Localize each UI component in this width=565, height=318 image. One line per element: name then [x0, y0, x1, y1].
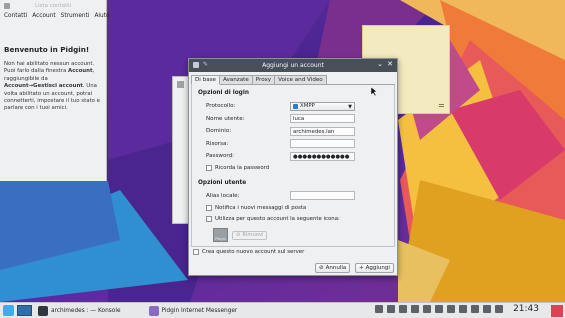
xmpp-icon	[293, 103, 298, 109]
icon-row: Pidgin ⊘ Rimuovi	[198, 228, 388, 242]
pidgin-icon	[148, 305, 159, 316]
notify-mail-label: Notifica i nuovi messaggi di posta	[215, 204, 307, 211]
tray-icon[interactable]	[435, 305, 443, 313]
username-label: Nome utente:	[206, 115, 245, 122]
taskbar: archimedes : — Konsole Pidgin Internet M…	[0, 302, 565, 318]
chevron-down-icon: ▼	[348, 103, 352, 110]
add-label: Aggiungi	[365, 265, 390, 271]
password-row: Password: ●●●●●●●●●●●●	[198, 150, 388, 163]
remember-password-checkbox[interactable]: Ricorda la password	[198, 163, 388, 174]
password-label: Password:	[206, 153, 235, 160]
clock[interactable]: 21:43	[513, 304, 539, 314]
tray-icon[interactable]	[483, 305, 491, 313]
account-icon-button[interactable]: Pidgin	[213, 228, 228, 242]
mouse-cursor-icon	[371, 87, 377, 96]
buddy-list-window: Lista contatti Contatti Account Strument…	[0, 0, 110, 181]
username-input[interactable]: luca	[290, 114, 355, 124]
remove-label: Rimuovi	[242, 232, 264, 238]
tray-icon[interactable]	[411, 305, 419, 313]
checkbox-box[interactable]	[206, 204, 212, 211]
use-icon-checkbox[interactable]: Utilizza per questo account la seguente …	[198, 213, 388, 224]
remember-password-label: Ricorda la password	[215, 165, 270, 171]
konsole-icon	[38, 305, 48, 316]
protocol-value: XMPP	[300, 103, 315, 110]
notify-mail-checkbox[interactable]: Notifica i nuovi messaggi di posta	[198, 202, 388, 213]
create-on-server-checkbox[interactable]: Crea questo nuovo account sul server	[193, 249, 304, 255]
close-icon[interactable]: ✕	[387, 60, 393, 68]
resize-grip-icon[interactable]	[439, 104, 444, 107]
remove-icon-button[interactable]: ⊘ Rimuovi	[232, 230, 268, 240]
pidgin-icon	[4, 3, 10, 9]
welcome-heading: Benvenuto in Pidgin!	[4, 45, 90, 54]
taskbar-pidgin[interactable]: Pidgin Internet Messenger	[145, 304, 242, 318]
add-button[interactable]: + Aggiungi	[355, 263, 394, 273]
tray-icon[interactable]	[495, 305, 503, 313]
tray-icon[interactable]	[471, 305, 479, 313]
checkbox-box[interactable]	[193, 249, 199, 255]
dialog-title: Aggiungi un account	[262, 62, 324, 69]
desktop-pager[interactable]	[17, 305, 32, 316]
alias-label: Alias locale:	[206, 192, 240, 199]
resource-input[interactable]	[290, 139, 355, 149]
menu-accounts[interactable]: Account	[32, 13, 55, 19]
add-icon: +	[359, 265, 364, 271]
domain-input[interactable]: archimedes.lan	[290, 126, 355, 136]
menu-help[interactable]: Aiuto	[94, 13, 109, 19]
domain-row: Dominio: archimedes.lan	[198, 125, 388, 138]
taskbar-konsole-label: archimedes : — Konsole	[51, 307, 121, 314]
buddy-list-title: Lista contatti	[35, 2, 71, 9]
checkbox-box[interactable]	[206, 215, 212, 222]
tab-voice-video[interactable]: Voice and Video	[274, 75, 327, 84]
tray-icon[interactable]	[399, 305, 407, 313]
dialog-titlebar[interactable]: ✎ Aggiungi un account ⌄ ✕	[189, 59, 397, 72]
username-row: Nome utente: luca	[198, 113, 388, 126]
app-launcher-icon[interactable]	[3, 305, 14, 316]
tab-basic[interactable]: Di base	[191, 75, 220, 85]
add-account-dialog: ✎ Aggiungi un account ⌄ ✕ Di base Avanza…	[188, 58, 398, 276]
taskbar-konsole[interactable]: archimedes : — Konsole	[34, 304, 125, 318]
remove-icon: ⊘	[236, 232, 241, 238]
tray-icon[interactable]	[459, 305, 467, 313]
alias-row: Alias locale:	[198, 190, 388, 203]
protocol-row: Protocollo: XMPP ▼	[198, 100, 388, 113]
tray-icon[interactable]	[447, 305, 455, 313]
tab-advanced[interactable]: Avanzate	[218, 75, 253, 84]
tab-proxy[interactable]: Proxy	[251, 75, 276, 84]
system-tray	[375, 305, 503, 313]
buddy-list-titlebar[interactable]: Lista contatti	[0, 0, 106, 11]
info-bold-accounts: Account	[68, 68, 93, 75]
cancel-icon: ⊘	[319, 265, 324, 271]
login-options-heading: Opzioni di login	[198, 90, 249, 96]
password-input[interactable]: ●●●●●●●●●●●●	[290, 151, 355, 161]
tray-icon[interactable]	[387, 305, 395, 313]
alias-input[interactable]	[290, 191, 355, 201]
user-options-heading: Opzioni utente	[198, 179, 247, 186]
cancel-label: Annulla	[325, 265, 347, 271]
buddy-list-menubar: Contatti Account Strumenti Aiuto	[0, 11, 110, 21]
tab-bar: Di base Avanzate Proxy Voice and Video	[191, 75, 395, 85]
menu-tools[interactable]: Strumenti	[61, 13, 90, 19]
domain-label: Dominio:	[206, 128, 232, 135]
window-icon	[177, 81, 184, 88]
info-bold-manage: Account→Gestisci account	[4, 83, 83, 90]
minimize-icon[interactable]: ⌄	[377, 60, 383, 68]
resource-row: Risorsa:	[198, 138, 388, 151]
menu-contacts[interactable]: Contatti	[4, 13, 27, 19]
cancel-button[interactable]: ⊘ Annulla	[315, 263, 351, 273]
pidgin-icon	[193, 62, 199, 68]
protocol-select[interactable]: XMPP ▼	[290, 101, 355, 111]
create-on-server-label: Crea questo nuovo account sul server	[202, 249, 305, 255]
show-desktop-icon[interactable]	[551, 305, 563, 317]
pin-icon[interactable]: ✎	[203, 61, 208, 68]
protocol-label: Protocollo:	[206, 103, 236, 110]
account-icon-label: Pidgin	[215, 237, 226, 241]
tray-icon[interactable]	[423, 305, 431, 313]
use-icon-label: Utilizza per questo account la seguente …	[215, 215, 340, 222]
tray-icon[interactable]	[375, 305, 383, 313]
taskbar-pidgin-label: Pidgin Internet Messenger	[161, 307, 238, 314]
basic-panel: Opzioni di login Protocollo: XMPP ▼ Nome…	[191, 85, 395, 247]
welcome-info: Non hai abilitato nessun account. Puoi f…	[4, 61, 102, 113]
checkbox-box[interactable]	[206, 165, 212, 171]
resource-label: Risorsa:	[206, 140, 229, 147]
